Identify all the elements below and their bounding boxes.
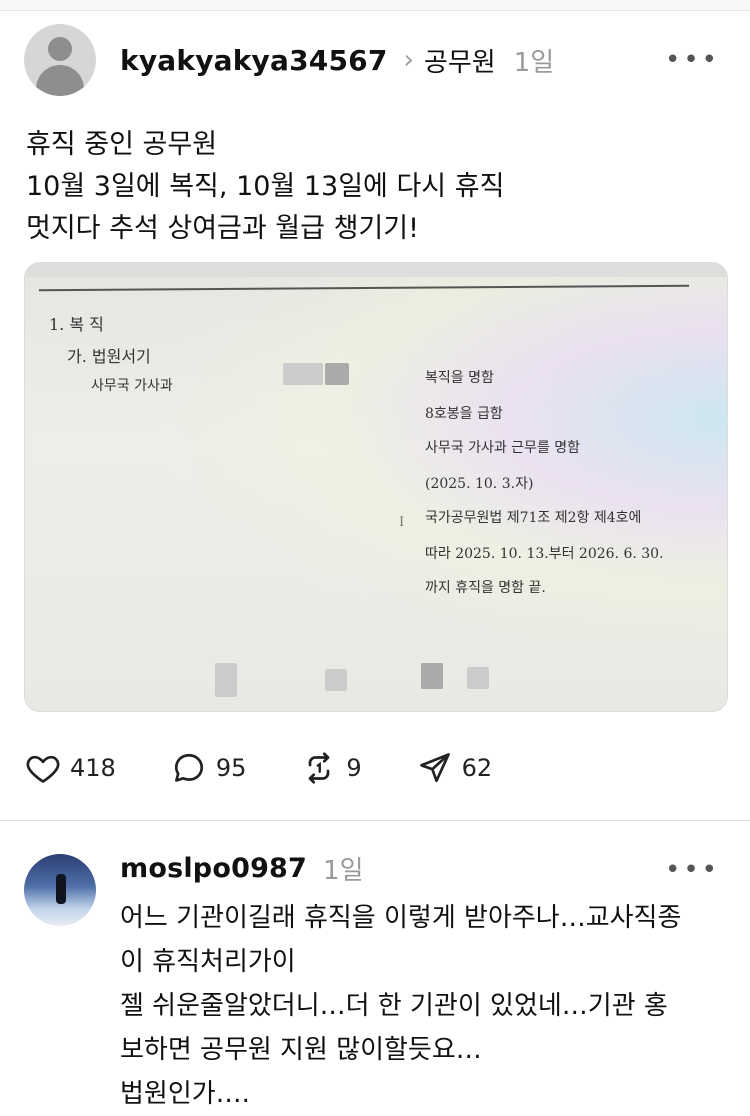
doc-line: 8호봉을 급함: [425, 406, 503, 422]
doc-line: 까지 휴직을 명함 끝.: [425, 580, 546, 596]
doc-line: 국가공무원법 제71조 제2항 제4호에: [425, 510, 642, 526]
comment-text-line: 어느 기관이길래 휴직을 이렇게 받아주나…교사직종: [120, 903, 682, 933]
post-body: 휴직 중인 공무원 10월 3일에 복직, 10월 13일에 다시 휴직 멋지다…: [26, 124, 726, 250]
top-edge: [0, 0, 750, 11]
avatar-placeholder-icon: [48, 37, 72, 61]
post-actions: 418 95 9 62: [24, 748, 546, 788]
comment-username[interactable]: moslpo0987: [120, 853, 307, 884]
repost-icon: [309, 752, 330, 784]
comment-count: 95: [215, 754, 247, 782]
comment-button[interactable]: 95: [170, 750, 247, 786]
post-image[interactable]: 1. 복 직 가. 법원서기 사무국 가사과 복직을 명함 8호봉을 급함 사무…: [24, 262, 728, 712]
like-button[interactable]: 418: [24, 750, 116, 786]
more-options-icon[interactable]: •••: [665, 47, 720, 73]
doc-subheading: 가. 법원서기: [67, 347, 151, 366]
post-username[interactable]: kyakyakya34567: [120, 44, 388, 77]
more-options-icon[interactable]: •••: [665, 857, 720, 883]
comment-header: moslpo0987 1일: [120, 848, 364, 888]
paper-plane-icon: [419, 753, 450, 783]
comment-avatar[interactable]: [24, 854, 96, 926]
divider: [0, 820, 750, 821]
post-time: 1일: [513, 47, 555, 78]
blurred-name: [283, 363, 323, 385]
post-text-line: 10월 3일에 복직, 10월 13일에 다시 휴직: [26, 171, 505, 202]
document-rule: [39, 284, 689, 292]
doc-line: 사무국 가사과 근무를 명함: [425, 440, 581, 456]
like-count: 418: [70, 754, 116, 782]
post-topic-tag[interactable]: 공무원: [424, 42, 496, 79]
repost-button[interactable]: 9: [300, 750, 362, 786]
document-toolbar: [25, 263, 727, 277]
doc-line: 따라 2025. 10. 13.부터 2026. 6. 30.: [425, 546, 664, 562]
comment-text-line: 법원인가….: [120, 1079, 250, 1109]
share-button[interactable]: 62: [416, 750, 493, 786]
doc-line: 복직을 명함: [425, 370, 494, 386]
comment-text-line: 젤 쉬운줄알았더니…더 한 기관이 있었네…기관 홍: [120, 991, 668, 1021]
speech-bubble-icon: [174, 753, 203, 782]
post-text-line: 멋지다 추석 상여금과 월급 챙기기!: [26, 213, 419, 244]
comment-text-line: 이 휴직처리가이: [120, 947, 296, 977]
avatar[interactable]: [24, 24, 96, 96]
comment-text-line: 보하면 공무원 지원 많이할듯요…: [120, 1035, 482, 1065]
blurred-signature: [215, 663, 237, 697]
doc-heading: 1. 복 직: [49, 315, 104, 334]
chevron-right-icon: ›: [403, 45, 414, 75]
comment-time: 1일: [323, 855, 364, 886]
share-count: 62: [461, 754, 493, 782]
doc-dept: 사무국 가사과: [91, 378, 173, 394]
post-text-line: 휴직 중인 공무원: [26, 129, 218, 160]
repost-count: 9: [346, 754, 362, 782]
comment-body: 어느 기관이길래 휴직을 이렇게 받아주나…교사직종 이 휴직처리가이 젤 쉬운…: [120, 896, 732, 1116]
heart-icon: [26, 755, 60, 783]
doc-line: (2025. 10. 3.자): [425, 476, 534, 492]
post-header: kyakyakya34567 › 공무원 1일: [120, 38, 554, 82]
